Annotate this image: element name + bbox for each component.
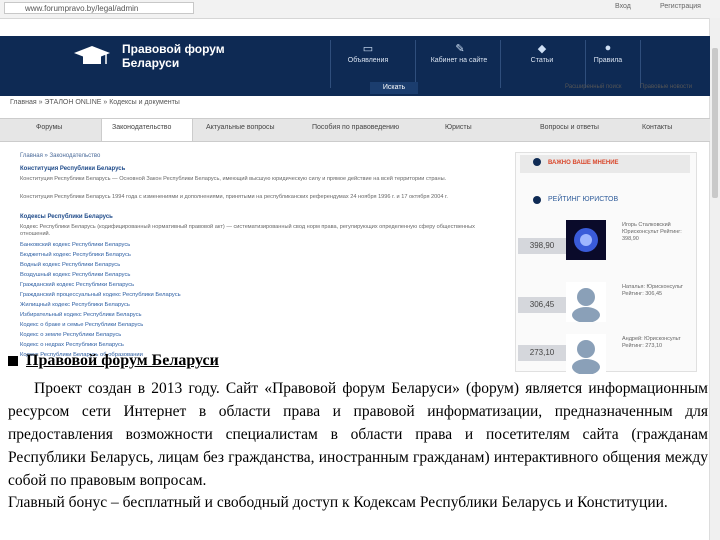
menu-ads[interactable]: Объявления [323,57,413,64]
edit-icon[interactable]: ✎ [420,42,500,55]
list-item[interactable]: Избирательный кодекс Республики Беларусь [20,310,320,320]
user-info: Игорь Сталковский Юрисконсульт Рейтинг: … [622,222,682,242]
list-item[interactable]: Гражданский кодекс Республики Беларусь [20,280,320,290]
browser-toolbar: ▤ www.forumpravo.by/legal/admin Вход Рег… [0,0,720,19]
rating-icon [533,196,541,204]
graduation-cap-icon [74,46,110,64]
user-avatar[interactable] [566,334,606,374]
section-title-constitution[interactable]: Конституция Республики Беларусь [20,166,125,172]
nav-questions[interactable]: Актуальные вопросы [206,124,275,131]
list-item[interactable]: Кодекс о земле Республики Беларусь [20,330,320,340]
overlay-paragraph-1: Проект создан в 2013 году. Сайт «Правово… [8,380,708,489]
list-item[interactable]: Жилищный кодекс Республики Беларусь [20,300,320,310]
constitution-text: Конституция Республики Беларусь — Основн… [20,176,447,182]
codes-text: Кодекс Республики Беларусь (кодифицирова… [20,224,475,237]
user-avatar[interactable] [566,282,606,322]
ads-icon[interactable]: ▭ [328,42,408,55]
overlay-paragraph-2: Главный бонус – бесплатный и свободный д… [8,494,668,511]
nav-manuals[interactable]: Пособия по правоведению [312,124,399,131]
logo-line2: Беларуси [122,56,180,70]
nav-legislation[interactable]: Законодательство [112,124,171,131]
nav-qa[interactable]: Вопросы и ответы [540,124,599,131]
overlay-title: Правовой форум Беларуси [8,352,219,370]
header-divider [415,40,416,88]
user-info: Наталья: Юрисконсульт Рейтинг: 306,45 [622,284,684,297]
list-item[interactable]: Водный кодекс Республики Беларусь [20,260,320,270]
user-avatar[interactable] [566,220,606,260]
vote-icon [533,158,541,166]
content-breadcrumb[interactable]: Главная » Законодательство [20,153,100,159]
user-info: Андрей: Юрисконсульт Рейтинг: 273,10 [622,336,681,349]
section-title-codes[interactable]: Кодексы Республики Беларусь [20,214,113,220]
menu-cabinet[interactable]: Кабинет на сайте [414,57,504,64]
login-link[interactable]: Вход [615,3,631,10]
overlay-title-text: Правовой форум Беларуси [26,352,219,369]
nav-contacts[interactable]: Контакты [642,124,672,131]
search-button[interactable]: Искать [370,82,418,94]
rating-title[interactable]: РЕЙТИНГ ЮРИСТОВ [548,196,618,203]
menu-rules[interactable]: Правила [563,57,653,64]
site-logo[interactable]: Правовой форум Беларуси [122,42,282,70]
list-item[interactable]: Бюджетный кодекс Республики Беларусь [20,250,320,260]
list-item[interactable]: Гражданский процессуальный кодекс Респуб… [20,290,320,300]
constitution-text-2: Конституция Республики Беларусь 1994 год… [20,194,448,200]
vote-label[interactable]: ВАЖНО ВАШЕ МНЕНИЕ [548,160,619,166]
bullet-icon [8,356,18,367]
score-badge: 398,90 [518,238,566,254]
header-divider [500,40,501,88]
window-scrollbar[interactable] [709,18,720,540]
list-item[interactable]: Кодекс о браке и семье Республики Белару… [20,320,320,330]
legal-news-link[interactable]: Правовые новости [640,84,692,90]
score-badge: 273,10 [518,345,566,361]
list-item[interactable]: Кодекс о недрах Республики Беларусь [20,340,320,350]
list-item[interactable]: Воздушный кодекс Республики Беларусь [20,270,320,280]
register-link[interactable]: Регистрация [660,3,701,10]
codes-list: Банковский кодекс Республики Беларусь Бю… [20,240,320,360]
scrollbar-thumb[interactable] [712,48,718,198]
address-bar[interactable]: www.forumpravo.by/legal/admin [4,2,194,14]
nav-lawyers[interactable]: Юристы [445,124,472,131]
advanced-search-link[interactable]: Расширенный поиск [565,84,622,90]
breadcrumb[interactable]: Главная » ЭТАЛОН ONLINE » Кодексы и доку… [10,99,180,106]
rules-icon[interactable]: ● [568,42,648,54]
nav-forums[interactable]: Форумы [36,124,62,131]
score-badge: 306,45 [518,297,566,313]
list-item[interactable]: Банковский кодекс Республики Беларусь [20,240,320,250]
logo-line1: Правовой форум [122,42,225,56]
